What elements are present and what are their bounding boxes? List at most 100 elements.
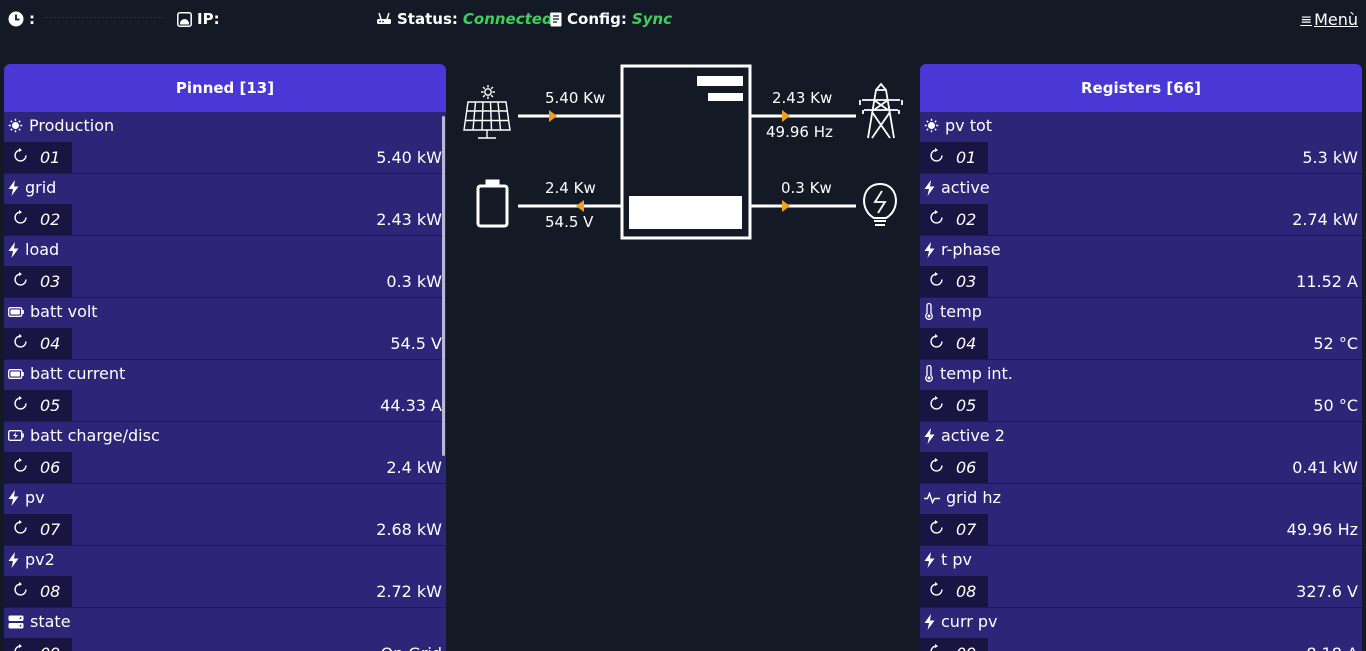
- config-value: Sync: [631, 10, 673, 28]
- grid-frequency-label: 49.96 Hz: [766, 123, 833, 141]
- item-value: 2.68 kW: [376, 520, 442, 539]
- refresh-icon[interactable]: [929, 458, 944, 477]
- list-item[interactable]: load 03 0.3 kW: [4, 236, 446, 298]
- registers-list: pv tot 01 5.3 kW active 02 2.74 kW r-phase 03 11…: [920, 112, 1362, 651]
- bolt-icon: [8, 489, 19, 506]
- grid-tower-icon: [859, 82, 903, 139]
- refresh-icon[interactable]: [13, 582, 28, 601]
- item-value: 8.18 A: [1306, 644, 1358, 651]
- pinned-list: Production 01 5.40 kW grid 02 2.43 kW load 03 0.…: [4, 112, 446, 651]
- list-item[interactable]: pv 07 2.68 kW: [4, 484, 446, 546]
- menu-button[interactable]: ≡ Menù: [1300, 10, 1358, 29]
- item-value: 2.72 kW: [376, 582, 442, 601]
- item-id: 06: [40, 458, 61, 477]
- item-id-box: 03: [920, 266, 988, 297]
- item-title: grid: [8, 178, 56, 197]
- item-id-box: 07: [4, 514, 72, 545]
- refresh-icon[interactable]: [929, 396, 944, 415]
- server-icon: [8, 615, 24, 629]
- refresh-icon[interactable]: [929, 334, 944, 353]
- item-value: 11.52 A: [1296, 272, 1358, 291]
- battery-charge-icon: [8, 430, 24, 441]
- item-value: 0.41 kW: [1292, 458, 1358, 477]
- item-value: On Grid: [381, 644, 442, 651]
- item-id: 06: [956, 458, 977, 477]
- refresh-icon[interactable]: [929, 272, 944, 291]
- list-item[interactable]: state 09 On Grid: [4, 608, 446, 651]
- energy-flow-diagram: 5.40 Kw 2.4 Kw 54.5 V 2.43 Kw 49.96 Hz 0…: [454, 60, 912, 250]
- router-icon: [377, 12, 391, 24]
- pinned-scrollbar[interactable]: [442, 116, 445, 456]
- refresh-icon[interactable]: [13, 334, 28, 353]
- item-title: state: [8, 612, 71, 631]
- time-value-redacted: [44, 17, 164, 21]
- list-item[interactable]: batt volt 04 54.5 V: [4, 298, 446, 360]
- item-title: active: [924, 178, 990, 197]
- item-name: grid: [25, 178, 57, 197]
- item-title: batt volt: [8, 302, 98, 321]
- refresh-icon[interactable]: [929, 210, 944, 229]
- item-id-box: 09: [920, 638, 988, 651]
- item-name: r-phase: [941, 240, 1001, 259]
- item-id: 07: [40, 520, 61, 539]
- item-id: 03: [40, 272, 61, 291]
- battery-power-label: 2.4 Kw: [545, 179, 596, 197]
- refresh-icon[interactable]: [929, 644, 944, 651]
- list-item[interactable]: grid 02 2.43 kW: [4, 174, 446, 236]
- refresh-icon[interactable]: [13, 458, 28, 477]
- item-id: 04: [40, 334, 61, 353]
- battery-icon: [8, 306, 24, 317]
- item-value: 5.40 kW: [376, 148, 442, 167]
- list-item[interactable]: pv2 08 2.72 kW: [4, 546, 446, 608]
- list-item[interactable]: pv tot 01 5.3 kW: [920, 112, 1362, 174]
- thermometer-icon: [924, 303, 934, 320]
- refresh-icon[interactable]: [13, 396, 28, 415]
- list-item[interactable]: r-phase 03 11.52 A: [920, 236, 1362, 298]
- item-id: 09: [956, 644, 976, 651]
- item-title: batt current: [8, 364, 125, 383]
- refresh-icon[interactable]: [13, 520, 28, 539]
- list-item[interactable]: active 2 06 0.41 kW: [920, 422, 1362, 484]
- item-value: 0.3 kW: [386, 272, 442, 291]
- item-name: temp: [940, 302, 982, 321]
- time-label: :: [29, 10, 35, 28]
- list-item[interactable]: curr pv 09 8.18 A: [920, 608, 1362, 651]
- list-item[interactable]: t pv 08 327.6 V: [920, 546, 1362, 608]
- item-id: 03: [956, 272, 977, 291]
- item-id-box: 06: [4, 452, 72, 483]
- refresh-icon[interactable]: [13, 210, 28, 229]
- item-title: load: [8, 240, 59, 259]
- refresh-icon[interactable]: [929, 582, 944, 601]
- item-id-box: 01: [920, 142, 988, 173]
- item-title: pv: [8, 488, 45, 507]
- item-value: 5.3 kW: [1302, 148, 1358, 167]
- item-id: 01: [40, 148, 61, 167]
- clock-icon: [8, 11, 24, 27]
- refresh-icon[interactable]: [929, 520, 944, 539]
- refresh-icon[interactable]: [13, 272, 28, 291]
- list-item[interactable]: temp int. 05 50 °C: [920, 360, 1362, 422]
- load-flow-arrow: [782, 200, 790, 212]
- item-value: 2.4 kW: [386, 458, 442, 477]
- item-id-box: 09: [4, 638, 72, 651]
- list-item[interactable]: active 02 2.74 kW: [920, 174, 1362, 236]
- sun-icon: [8, 118, 23, 133]
- refresh-icon[interactable]: [929, 148, 944, 167]
- grid-flow-arrow: [782, 110, 790, 122]
- refresh-icon[interactable]: [13, 644, 28, 651]
- item-id-box: 08: [920, 576, 988, 607]
- bolt-icon: [924, 551, 935, 568]
- item-name: pv2: [25, 550, 55, 569]
- item-id-box: 01: [4, 142, 72, 173]
- list-item[interactable]: Production 01 5.40 kW: [4, 112, 446, 174]
- battery-voltage-label: 54.5 V: [545, 213, 594, 231]
- refresh-icon[interactable]: [13, 148, 28, 167]
- item-id-box: 05: [4, 390, 72, 421]
- list-item[interactable]: temp 04 52 °C: [920, 298, 1362, 360]
- list-item[interactable]: batt charge/disc 06 2.4 kW: [4, 422, 446, 484]
- connection-status: Status: Connected: [376, 10, 553, 28]
- list-item[interactable]: batt current 05 44.33 A: [4, 360, 446, 422]
- list-item[interactable]: grid hz 07 49.96 Hz: [920, 484, 1362, 546]
- item-title: Production: [8, 116, 114, 135]
- thermometer-icon: [924, 365, 934, 382]
